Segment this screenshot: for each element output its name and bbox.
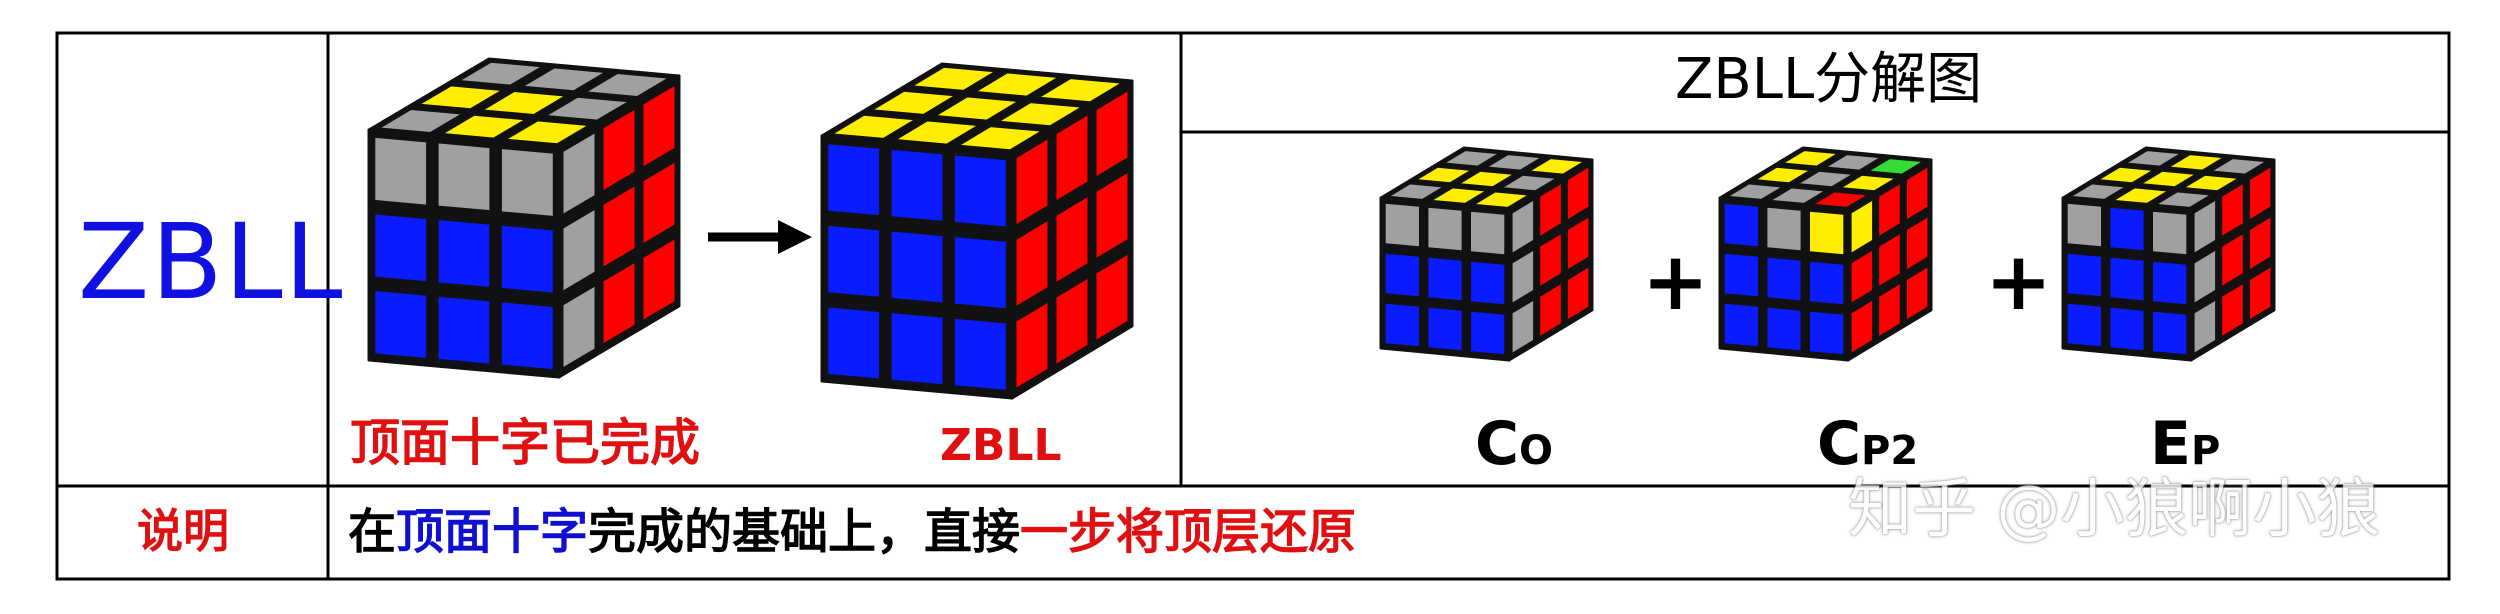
front-face-sticker bbox=[2107, 204, 2147, 254]
front-face-sticker bbox=[825, 304, 883, 382]
front-face-sticker bbox=[435, 293, 493, 367]
front-face-sticker bbox=[1721, 300, 1761, 350]
front-face-sticker bbox=[1382, 250, 1422, 300]
explanation-segment-highlight-red: 一步将顶层还原 bbox=[1020, 504, 1357, 560]
part-co-sub: O bbox=[1519, 428, 1554, 474]
front-face-sticker bbox=[372, 288, 430, 361]
front-face-sticker bbox=[2107, 254, 2147, 304]
plus-sign-2: + bbox=[1985, 235, 2053, 328]
explanation-text: 在顶面十字完成的基础上，直接一步将顶层还原 bbox=[348, 508, 1356, 556]
front-face-sticker bbox=[951, 234, 1009, 312]
front-face-sticker bbox=[2150, 258, 2190, 308]
front-face-sticker bbox=[1764, 304, 1804, 354]
front-face-sticker bbox=[2064, 250, 2104, 300]
arrow-icon bbox=[708, 220, 812, 254]
front-face-sticker bbox=[1721, 200, 1761, 250]
part-ep-main: E bbox=[2150, 409, 2191, 479]
zbll-diagram: ZBLL 顶面十字已完成 ZBLL ZBLL分解图 CO CP2 EP + + … bbox=[0, 0, 2500, 614]
front-face-sticker bbox=[372, 211, 430, 285]
front-face-sticker bbox=[1468, 258, 1508, 308]
part-co: CO bbox=[1475, 414, 1553, 474]
cube-co bbox=[1379, 146, 1594, 362]
front-face-sticker bbox=[498, 222, 556, 296]
plus-sign-1: + bbox=[1642, 235, 1710, 328]
front-face-sticker bbox=[888, 310, 946, 388]
front-face-sticker bbox=[1425, 204, 1465, 254]
front-face-sticker bbox=[888, 228, 946, 306]
front-face-sticker bbox=[372, 134, 430, 208]
front-face-sticker bbox=[1721, 250, 1761, 300]
after-label: ZBLL bbox=[940, 420, 1062, 471]
cube-illustrations bbox=[367, 57, 2276, 400]
part-co-main: C bbox=[1475, 409, 1520, 479]
front-face-sticker bbox=[1468, 308, 1508, 358]
front-face-sticker bbox=[2064, 300, 2104, 350]
front-face-sticker bbox=[1425, 254, 1465, 304]
front-face-sticker bbox=[2150, 308, 2190, 358]
explanation-label: 说明 bbox=[137, 504, 229, 558]
front-face-sticker bbox=[498, 146, 556, 219]
part-cp2-sub: P2 bbox=[1861, 428, 1919, 474]
front-face-sticker bbox=[1764, 204, 1804, 254]
front-face-sticker bbox=[825, 222, 883, 300]
explanation-segment: 完成的基础上，直接 bbox=[588, 504, 1021, 560]
front-face-sticker bbox=[1807, 258, 1847, 308]
front-face-sticker bbox=[1807, 308, 1847, 358]
front-face-sticker bbox=[498, 299, 556, 373]
part-cp2: CP2 bbox=[1817, 414, 1918, 474]
front-face-sticker bbox=[1382, 300, 1422, 350]
cube-before bbox=[367, 57, 681, 379]
front-face-sticker bbox=[951, 315, 1009, 393]
decomposition-title: ZBLL分解图 bbox=[1675, 47, 1983, 112]
front-face-sticker bbox=[888, 146, 946, 224]
cube-cp2 bbox=[1718, 146, 1933, 362]
explanation-segment-highlight-blue: 顶面十字 bbox=[396, 504, 589, 560]
front-face-sticker bbox=[2150, 208, 2190, 258]
front-face-sticker bbox=[1764, 254, 1804, 304]
part-ep: EP bbox=[2150, 414, 2220, 474]
front-face-sticker bbox=[435, 217, 493, 290]
front-face-sticker bbox=[951, 152, 1009, 230]
front-face-sticker bbox=[825, 141, 883, 219]
front-face-sticker bbox=[1425, 304, 1465, 354]
front-face-sticker bbox=[435, 140, 493, 214]
cube-ep bbox=[2061, 146, 2276, 362]
before-label: 顶面十字已完成 bbox=[350, 414, 700, 472]
front-face-sticker bbox=[2064, 200, 2104, 250]
part-ep-sub: P bbox=[2191, 428, 2221, 474]
front-face-sticker bbox=[1807, 208, 1847, 258]
front-face-sticker bbox=[2107, 304, 2147, 354]
title-zbll: ZBLL bbox=[78, 201, 345, 323]
front-face-sticker bbox=[1382, 200, 1422, 250]
cube-after bbox=[820, 62, 1134, 400]
front-face-sticker bbox=[1468, 208, 1508, 258]
explanation-segment: 在 bbox=[348, 504, 397, 560]
watermark: 知乎 @小狼啊小狼 bbox=[1848, 473, 2381, 547]
part-cp2-main: C bbox=[1817, 409, 1862, 479]
